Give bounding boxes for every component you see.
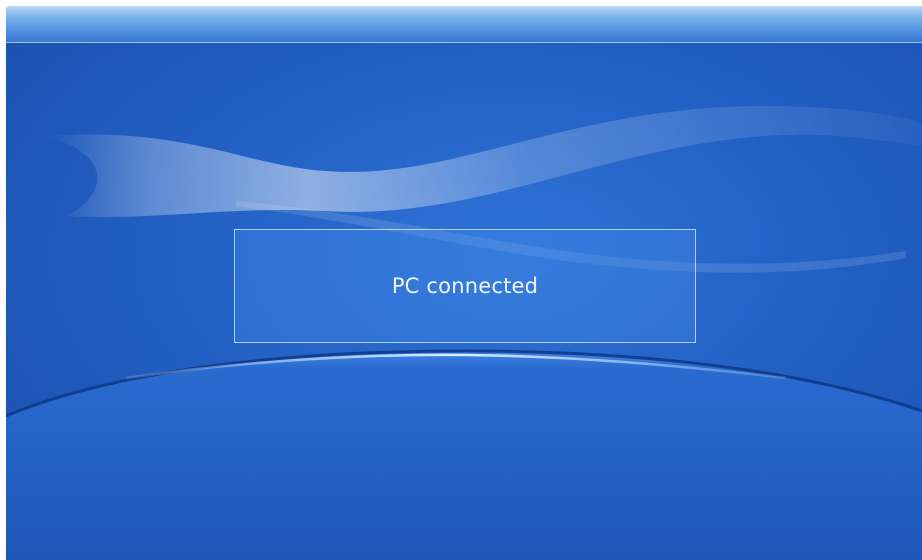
connection-dialog: PC connected [234, 229, 696, 343]
connection-status-message: PC connected [391, 274, 539, 298]
device-screen: PC connected [6, 6, 922, 560]
